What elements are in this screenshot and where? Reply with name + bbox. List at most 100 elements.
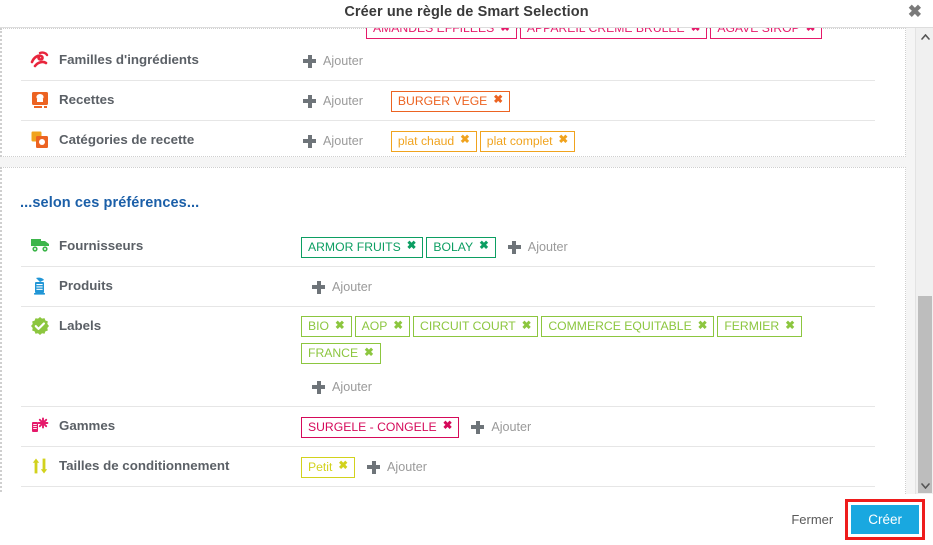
scroll-down-arrow-icon[interactable] bbox=[916, 477, 933, 494]
product-can-icon bbox=[21, 276, 59, 295]
row-familles-ingredients: Familles d'ingrédients Ajouter bbox=[21, 41, 875, 80]
row-values: BIO ✖ AOP ✖ CIRCUIT COURT ✖ COMMERCE EQU… bbox=[301, 316, 875, 398]
add-label: Ajouter bbox=[323, 134, 363, 148]
modal-title: Créer une règle de Smart Selection bbox=[344, 4, 589, 20]
tag-remove-icon[interactable]: ✖ bbox=[407, 240, 417, 252]
tag[interactable]: BIO ✖ bbox=[301, 316, 352, 337]
tag[interactable]: BURGER VEGE ✖ bbox=[390, 90, 510, 112]
tag[interactable]: BOLAY ✖ bbox=[426, 236, 496, 258]
row-values: Petit ✖ Ajouter bbox=[301, 456, 875, 478]
add-label: Ajouter bbox=[491, 420, 532, 434]
row-label: Fournisseurs bbox=[59, 238, 144, 253]
tag-label: BIO bbox=[308, 319, 329, 333]
tag-remove-icon[interactable]: ✖ bbox=[698, 320, 708, 332]
plus-icon bbox=[367, 460, 381, 474]
tag-remove-icon[interactable]: ✖ bbox=[443, 420, 453, 432]
section-preferences-title: ...selon ces préférences... bbox=[20, 195, 200, 211]
create-button[interactable]: Créer bbox=[851, 505, 919, 534]
tag[interactable]: COMMERCE EQUITABLE ✖ bbox=[541, 316, 715, 337]
tag-label: COMMERCE EQUITABLE bbox=[548, 319, 692, 333]
row-values: ARMOR FRUITS ✖ BOLAY ✖ Ajouter bbox=[301, 236, 875, 258]
tag[interactable]: FRANCE ✖ bbox=[301, 343, 381, 364]
tag[interactable]: plat complet ✖ bbox=[479, 130, 576, 152]
row-values: SURGELE - CONGELE ✖ Ajouter bbox=[301, 416, 875, 438]
add-label: Ajouter bbox=[332, 280, 372, 294]
add-button[interactable]: Ajouter bbox=[303, 90, 363, 112]
range-snowflake-icon bbox=[21, 416, 59, 435]
plus-icon bbox=[471, 420, 485, 434]
scroll-up-arrow-icon[interactable] bbox=[916, 28, 933, 45]
modal-footer: Fermer Créer bbox=[0, 494, 933, 545]
tag-label: AOP bbox=[361, 319, 388, 333]
recipe-categories-icon bbox=[21, 130, 59, 149]
tag-remove-icon[interactable]: ✖ bbox=[522, 320, 532, 332]
supplier-truck-icon bbox=[21, 236, 59, 253]
add-button[interactable]: Ajouter bbox=[471, 416, 531, 438]
tag[interactable]: ARMOR FRUITS ✖ bbox=[301, 236, 424, 258]
tag-label: FERMIER bbox=[724, 319, 780, 333]
plus-icon bbox=[312, 380, 325, 394]
add-button[interactable]: Ajouter bbox=[303, 50, 363, 72]
tag-label: CIRCUIT COURT bbox=[420, 319, 516, 333]
tag-remove-icon[interactable]: ✖ bbox=[393, 320, 403, 332]
add-label: Ajouter bbox=[387, 460, 427, 474]
tag[interactable]: AOP ✖ bbox=[354, 316, 411, 337]
tag[interactable]: Petit ✖ bbox=[301, 456, 356, 478]
create-button-highlight: Créer bbox=[845, 499, 925, 540]
row-recettes: Recettes Ajouter BURGER VEGE ✖ bbox=[21, 80, 875, 120]
row-fournisseurs: Fournisseurs ARMOR FRUITS ✖ BOLAY ✖ Ajou… bbox=[21, 227, 875, 266]
tag-remove-icon[interactable]: ✖ bbox=[785, 320, 795, 332]
row-label: Catégories de recette bbox=[59, 132, 195, 147]
plus-icon bbox=[303, 94, 316, 108]
tag-remove-icon[interactable]: ✖ bbox=[479, 240, 489, 252]
row-values: Ajouter bbox=[301, 50, 875, 72]
tag-remove-icon[interactable]: ✖ bbox=[559, 134, 569, 146]
tag-remove-icon[interactable]: ✖ bbox=[493, 94, 503, 106]
close-icon[interactable]: ✖ bbox=[908, 3, 922, 21]
section-criteria-panel: Familles d'ingrédients Ajouter Recettes … bbox=[0, 28, 906, 157]
row-tailles-conditionnement: Tailles de conditionnement Petit ✖ Ajout… bbox=[21, 446, 875, 486]
scrollbar-thumb[interactable] bbox=[918, 296, 932, 493]
row-values: Ajouter BURGER VEGE ✖ bbox=[301, 90, 875, 112]
tag-remove-icon[interactable]: ✖ bbox=[338, 460, 348, 472]
tag-label: FRANCE bbox=[308, 346, 359, 360]
row-categories-recette: Catégories de recette Ajouter plat chaud… bbox=[21, 120, 875, 160]
ingredient-families-icon bbox=[21, 50, 59, 69]
tag-label: BURGER VEGE bbox=[397, 93, 488, 108]
close-button[interactable]: Fermer bbox=[781, 506, 843, 533]
add-button[interactable]: Ajouter bbox=[303, 130, 363, 152]
add-button[interactable]: Ajouter bbox=[312, 376, 372, 398]
tag-label: plat chaud bbox=[397, 133, 455, 148]
add-button[interactable]: Ajouter bbox=[507, 236, 568, 258]
tag-remove-icon[interactable]: ✖ bbox=[460, 134, 470, 146]
tag-remove-icon[interactable]: ✖ bbox=[364, 347, 374, 359]
row-values: Ajouter bbox=[301, 276, 875, 298]
tag[interactable]: SURGELE - CONGELE ✖ bbox=[301, 416, 460, 438]
section-preferences-panel: ...selon ces préférences... Fournisseurs… bbox=[0, 167, 906, 494]
modal-titlebar: Créer une règle de Smart Selection ✖ bbox=[0, 0, 933, 28]
tag[interactable]: plat chaud ✖ bbox=[390, 130, 477, 152]
tag[interactable]: CIRCUIT COURT ✖ bbox=[413, 316, 539, 337]
vertical-scrollbar[interactable] bbox=[915, 28, 933, 494]
add-button[interactable]: Ajouter bbox=[312, 276, 372, 298]
row-label: Tailles de conditionnement bbox=[59, 458, 230, 473]
plus-icon bbox=[303, 134, 316, 148]
row-label: Labels bbox=[59, 318, 102, 333]
tag-label: ARMOR FRUITS bbox=[308, 239, 401, 254]
tag-label: Petit bbox=[308, 459, 333, 474]
row-gammes: Gammes SURGELE - CONGELE ✖ Ajouter bbox=[21, 406, 875, 446]
add-button[interactable]: Ajouter bbox=[367, 456, 427, 478]
row-label: Familles d'ingrédients bbox=[59, 52, 199, 67]
label-badge-icon bbox=[21, 316, 59, 335]
plus-icon bbox=[303, 54, 316, 68]
tag-label: SURGELE - CONGELE bbox=[308, 419, 437, 434]
add-label: Ajouter bbox=[323, 54, 363, 68]
packaging-size-icon bbox=[21, 456, 59, 475]
tag-label: plat complet bbox=[486, 133, 553, 148]
add-label: Ajouter bbox=[323, 94, 363, 108]
tag-label: BOLAY bbox=[433, 239, 474, 254]
row-values: Ajouter plat chaud ✖ plat complet ✖ bbox=[301, 130, 875, 152]
tag-remove-icon[interactable]: ✖ bbox=[335, 320, 345, 332]
row-label: Gammes bbox=[59, 418, 116, 433]
tag[interactable]: FERMIER ✖ bbox=[717, 316, 802, 337]
